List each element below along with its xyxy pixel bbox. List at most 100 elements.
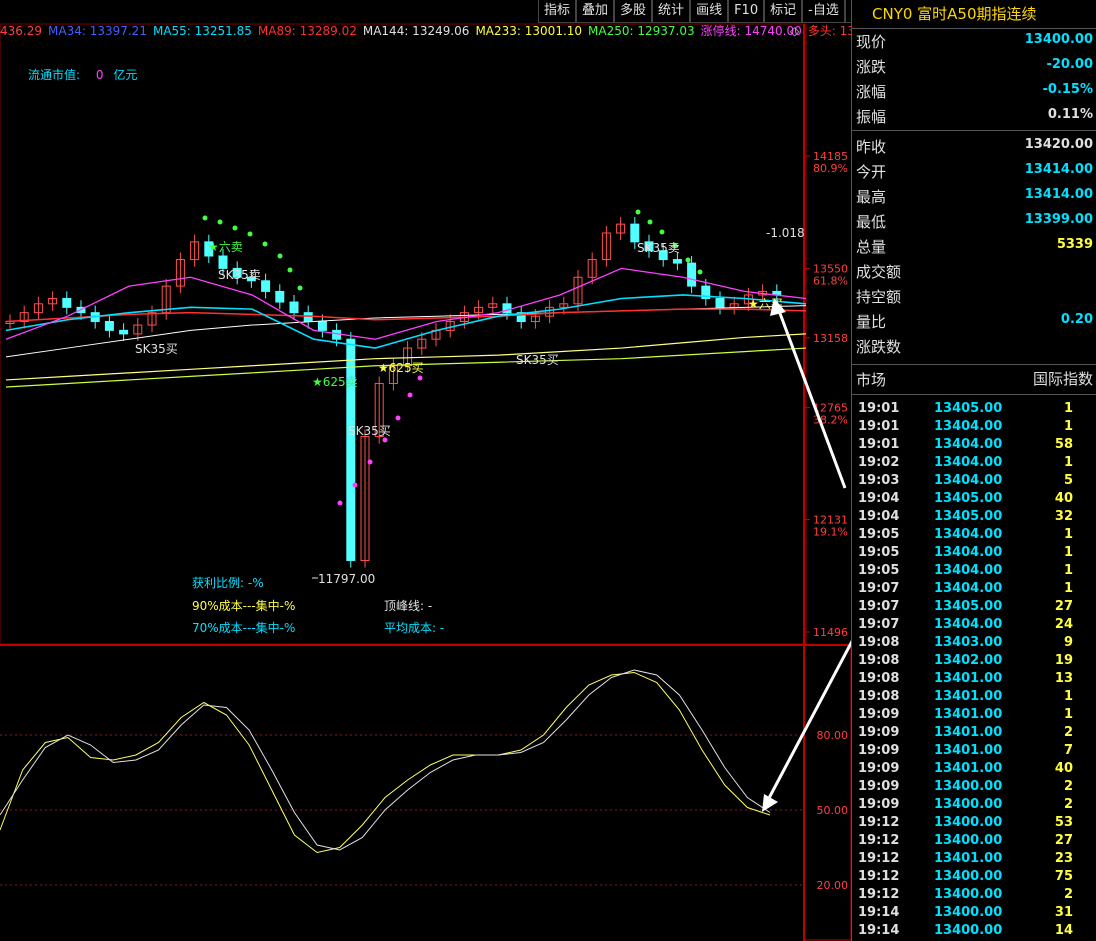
tick-row[interactable]: 19:12 13400.00 27 (852, 832, 1096, 850)
quote-label: 涨跌数 (856, 338, 902, 356)
tick-row[interactable]: 19:12 13400.00 75 (852, 868, 1096, 886)
tick-price: 13400.00 (934, 815, 1003, 830)
tick-row[interactable]: 19:12 13400.00 53 (852, 814, 1096, 832)
tick-row[interactable]: 19:02 13404.00 1 (852, 454, 1096, 472)
candle (630, 223, 640, 243)
toolbar-button[interactable]: 画线 (690, 0, 729, 23)
tick-price: 13404.00 (934, 473, 1003, 488)
toolbar-button[interactable]: 标记 (764, 0, 803, 23)
tick-row[interactable]: 19:08 13403.00 9 (852, 634, 1096, 652)
ma-legend-item: MA144: 13249.06 (362, 24, 470, 38)
tick-row[interactable]: 19:14 13400.00 14 (852, 922, 1096, 940)
tick-row[interactable]: 19:07 13404.00 24 (852, 616, 1096, 634)
tick-volume: 27 (1054, 833, 1073, 848)
tick-row[interactable]: 19:08 13402.00 19 (852, 652, 1096, 670)
tick-volume: 19 (1054, 653, 1073, 668)
tick-row[interactable]: 19:04 13405.00 32 (852, 508, 1096, 526)
tick-row[interactable]: 19:09 13401.00 40 (852, 760, 1096, 778)
tick-time: 19:14 (858, 923, 900, 938)
tick-time: 19:09 (858, 761, 900, 776)
tick-volume: 1 (1063, 527, 1073, 542)
tick-row[interactable]: 19:04 13405.00 40 (852, 490, 1096, 508)
quote-value: -0.15% (1042, 82, 1094, 97)
tick-row[interactable]: 19:05 13404.00 1 (852, 562, 1096, 580)
quote-row: 最低 13399.00 (852, 208, 1096, 233)
tick-price: 13401.00 (934, 851, 1003, 866)
chart-canvas[interactable]: 1418580.9%1355061.8%131581276538.2%12131… (0, 0, 851, 941)
tick-time: 19:09 (858, 725, 900, 740)
quote-row: 量比 0.20 (852, 308, 1096, 333)
tick-time: 19:12 (858, 815, 900, 830)
tick-price: 13400.00 (934, 797, 1003, 812)
quote-value: 0.11% (1047, 107, 1093, 122)
tick-row[interactable]: 19:14 13400.00 31 (852, 904, 1096, 922)
tick-row[interactable]: 19:07 13404.00 1 (852, 580, 1096, 598)
main-price-chart[interactable] (5, 209, 807, 568)
tick-row[interactable]: 19:08 13401.00 1 (852, 688, 1096, 706)
tick-volume: 40 (1054, 761, 1073, 776)
oscillator-chart[interactable]: 80.00 50.00 20.00 (0, 669, 848, 892)
candle (119, 329, 129, 335)
quote-row: 涨跌 -20.00 (852, 53, 1096, 78)
sar-dot (697, 269, 703, 275)
tick-volume: 5 (1063, 473, 1073, 488)
tick-volume: 1 (1063, 707, 1073, 722)
toolbar-button[interactable]: 统计 (652, 0, 691, 23)
quote-label: 持空额 (856, 288, 902, 306)
toolbar-button[interactable]: 叠加 (576, 0, 615, 23)
tick-price: 13403.00 (934, 635, 1003, 650)
quote-row: 昨收 13420.00 (852, 133, 1096, 158)
tick-row[interactable]: 19:05 13404.00 1 (852, 544, 1096, 562)
average-cost: 平均成本: - (384, 621, 445, 635)
tick-price: 13404.00 (934, 581, 1003, 596)
sar-dot (367, 459, 373, 465)
tick-row[interactable]: 19:07 13405.00 27 (852, 598, 1096, 616)
tick-volume: 2 (1063, 725, 1073, 740)
tick-row[interactable]: 19:01 13405.00 1 (852, 400, 1096, 418)
quote-label: 总量 (856, 238, 887, 256)
diamond-icon[interactable]: ◇ (790, 24, 799, 38)
tick-price: 13405.00 (934, 509, 1003, 524)
toolbar-button[interactable]: 指标 (538, 0, 577, 23)
ma-legend-item: 涨停线: 14740.00 (700, 24, 802, 38)
arrow-down (766, 640, 851, 801)
candle (332, 329, 342, 340)
float-cap-label: 流通市值: (28, 68, 81, 82)
ma-legend-item: MA233: 13001.10 (475, 24, 583, 38)
tick-row[interactable]: 19:05 13404.00 1 (852, 526, 1096, 544)
candle (346, 338, 356, 561)
tick-row[interactable]: 19:01 13404.00 58 (852, 436, 1096, 454)
tick-row[interactable]: 19:09 13401.00 7 (852, 742, 1096, 760)
pct-tick-label: 80.9% (813, 162, 848, 175)
tick-row[interactable]: 19:12 13400.00 2 (852, 886, 1096, 904)
corner-icons[interactable]: ◇ (790, 24, 799, 38)
signal-label: SK35卖 (637, 241, 680, 255)
tick-volume: 1 (1063, 455, 1073, 470)
tick-row[interactable]: 19:12 13401.00 23 (852, 850, 1096, 868)
toolbar-button[interactable]: 多股 (614, 0, 653, 23)
tick-row[interactable]: 19:09 13401.00 2 (852, 724, 1096, 742)
tick-row[interactable]: 19:09 13400.00 2 (852, 778, 1096, 796)
tick-row[interactable]: 19:03 13404.00 5 (852, 472, 1096, 490)
tick-row[interactable]: 19:09 13401.00 1 (852, 706, 1096, 724)
ma-legend-item: MA55: 13251.85 (152, 24, 252, 38)
instrument-title[interactable]: CNY0 富时A50期指连续 (852, 0, 1096, 28)
quote-label: 昨收 (856, 138, 887, 156)
tick-volume: 31 (1054, 905, 1073, 920)
tick-volume: 32 (1054, 509, 1073, 524)
tick-row[interactable]: 19:01 13404.00 1 (852, 418, 1096, 436)
tick-volume: 1 (1063, 581, 1073, 596)
toolbar-button[interactable]: -自选 (802, 0, 845, 23)
toolbar-button[interactable]: F10 (728, 0, 765, 23)
tick-time: 19:12 (858, 869, 900, 884)
tick-row[interactable]: 19:08 13401.00 13 (852, 670, 1096, 688)
tick-price: 13405.00 (934, 491, 1003, 506)
quote-row: 现价 13400.00 (852, 28, 1096, 53)
sar-dot (395, 415, 401, 421)
quote-label: 量比 (856, 313, 887, 331)
tick-time: 19:02 (858, 455, 900, 470)
tick-row[interactable]: 19:09 13400.00 2 (852, 796, 1096, 814)
signal-label: SK35买 (348, 424, 391, 438)
tick-time: 19:05 (858, 563, 900, 578)
quote-row: 成交额 (852, 258, 1096, 283)
